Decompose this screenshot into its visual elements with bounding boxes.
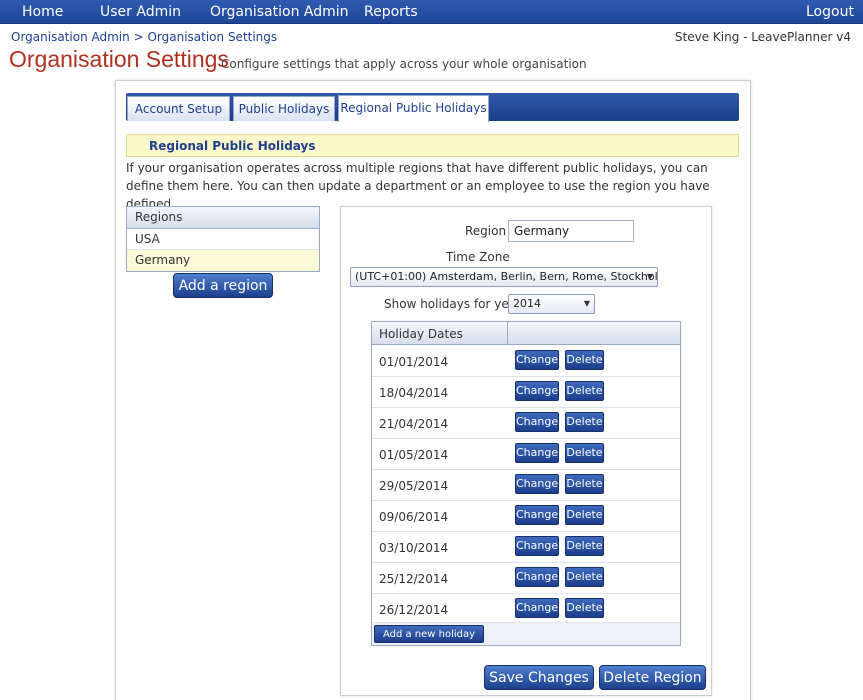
header-divider — [507, 322, 508, 345]
holiday-date: 18/04/2014 — [379, 386, 449, 400]
tab-regional-public-holidays[interactable]: Regional Public Holidays — [338, 95, 489, 122]
change-button[interactable]: Change — [515, 474, 559, 494]
save-changes-button[interactable]: Save Changes — [484, 665, 594, 690]
delete-button[interactable]: Delete — [565, 474, 604, 494]
page-title: Organisation Settings — [9, 46, 229, 72]
holiday-row: 09/06/2014 Change Delete — [372, 501, 680, 532]
holiday-row: 26/12/2014 Change Delete — [372, 594, 680, 625]
delete-button[interactable]: Delete — [565, 443, 604, 463]
top-nav: Home User Admin Organisation Admin Repor… — [0, 0, 863, 24]
year-select[interactable]: 2014 ▼ — [508, 294, 595, 314]
user-info: Steve King - LeavePlanner v4 — [674, 30, 851, 44]
logout-link[interactable]: Logout — [806, 4, 854, 20]
holiday-date: 03/10/2014 — [379, 541, 449, 555]
region-item-usa[interactable]: USA — [127, 229, 319, 250]
delete-button[interactable]: Delete — [565, 412, 604, 432]
year-label: Show holidays for year — [384, 297, 522, 311]
holiday-date: 09/06/2014 — [379, 510, 449, 524]
breadcrumb-organisation-settings[interactable]: Organisation Settings — [147, 30, 277, 44]
holiday-date: 01/01/2014 — [379, 355, 449, 369]
holiday-dates-header: Holiday Dates — [379, 327, 463, 341]
change-button[interactable]: Change — [515, 412, 559, 432]
delete-button[interactable]: Delete — [565, 350, 604, 370]
nav-reports[interactable]: Reports — [364, 4, 418, 20]
delete-button[interactable]: Delete — [565, 598, 604, 618]
change-button[interactable]: Change — [515, 350, 559, 370]
section-title: Regional Public Holidays — [149, 139, 316, 153]
nav-organisation-admin[interactable]: Organisation Admin — [210, 4, 349, 20]
change-button[interactable]: Change — [515, 505, 559, 525]
timezone-select[interactable]: (UTC+01:00) Amsterdam, Berlin, Bern, Rom… — [350, 267, 658, 287]
nav-home[interactable]: Home — [22, 4, 63, 20]
timezone-label: Time Zone — [446, 250, 510, 264]
delete-button[interactable]: Delete — [565, 567, 604, 587]
delete-button[interactable]: Delete — [565, 505, 604, 525]
holiday-date: 29/05/2014 — [379, 479, 449, 493]
holiday-date: 25/12/2014 — [379, 572, 449, 586]
section-header: Regional Public Holidays — [126, 134, 739, 157]
breadcrumb-separator: > — [133, 30, 144, 44]
change-button[interactable]: Change — [515, 567, 559, 587]
region-item-germany[interactable]: Germany — [127, 250, 319, 271]
holiday-row: 03/10/2014 Change Delete — [372, 532, 680, 563]
page-subtitle: Configure settings that apply across you… — [221, 57, 587, 71]
holiday-date: 21/04/2014 — [379, 417, 449, 431]
add-holiday-date-button[interactable]: Add a new holiday date — [374, 625, 484, 657]
year-value: 2014 — [513, 297, 541, 310]
regions-list: Regions USA Germany — [126, 206, 320, 272]
region-name-input[interactable]: Germany — [508, 220, 634, 242]
region-label: Region — [465, 224, 507, 238]
nav-user-admin[interactable]: User Admin — [100, 4, 181, 20]
breadcrumb: Organisation Admin > Organisation Settin… — [11, 30, 277, 44]
change-button[interactable]: Change — [515, 536, 559, 556]
delete-button[interactable]: Delete — [565, 536, 604, 556]
holiday-row: 18/04/2014 Change Delete — [372, 377, 680, 408]
holiday-table-header: Holiday Dates — [372, 322, 680, 345]
tab-account-setup[interactable]: Account Setup — [127, 96, 230, 121]
section-description: If your organisation operates across mul… — [126, 161, 710, 211]
breadcrumb-organisation-admin[interactable]: Organisation Admin — [11, 30, 130, 44]
holiday-row: 01/05/2014 Change Delete — [372, 439, 680, 470]
holiday-table: Holiday Dates 01/01/2014 Change Delete 18/0… — [371, 321, 681, 657]
change-button[interactable]: Change — [515, 443, 559, 463]
delete-button[interactable]: Delete — [565, 381, 604, 401]
tab-public-holidays[interactable]: Public Holidays — [233, 96, 335, 121]
change-button[interactable]: Change — [515, 381, 559, 401]
timezone-value: (UTC+01:00) Amsterdam, Berlin, Bern, Rom… — [355, 270, 658, 283]
chevron-down-icon: ▼ — [583, 299, 590, 308]
holiday-row: 25/12/2014 Change Delete — [372, 563, 680, 594]
holiday-row: 21/04/2014 Change Delete — [372, 408, 680, 439]
delete-region-button[interactable]: Delete Region — [599, 665, 706, 690]
holiday-date: 26/12/2014 — [379, 603, 449, 617]
chevron-down-icon: ▼ — [646, 272, 653, 281]
regions-header: Regions — [127, 207, 319, 229]
change-button[interactable]: Change — [515, 598, 559, 618]
holiday-row: 01/01/2014 Change Delete — [372, 346, 680, 377]
add-region-button[interactable]: Add a region — [173, 273, 273, 298]
holiday-date: 01/05/2014 — [379, 448, 449, 462]
holiday-row: 29/05/2014 Change Delete — [372, 470, 680, 501]
